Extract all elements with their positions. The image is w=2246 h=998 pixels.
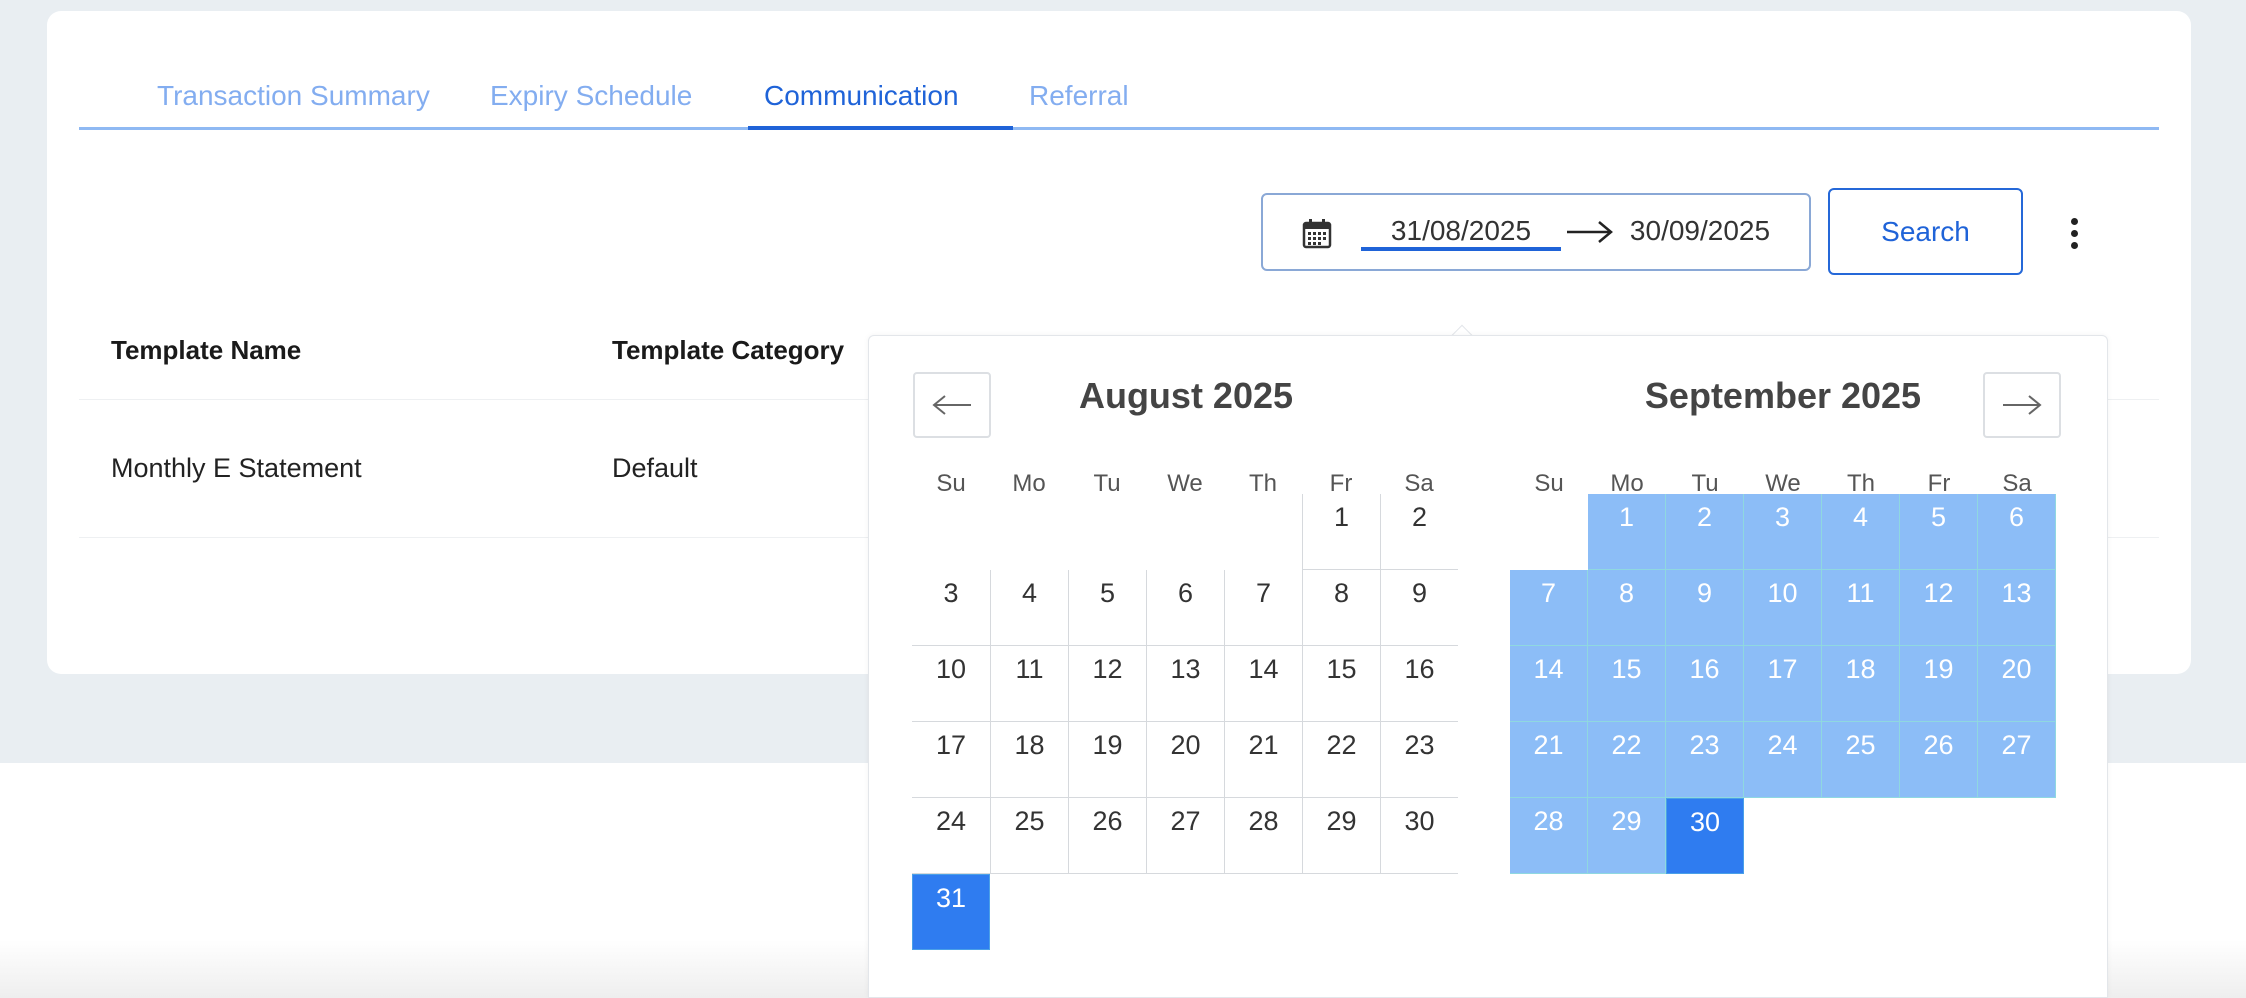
calendar-day[interactable]: 6 [1978, 494, 2056, 570]
calendar-day[interactable]: 13 [1978, 570, 2056, 646]
search-button[interactable]: Search [1828, 188, 2023, 275]
calendar-day[interactable]: 18 [990, 722, 1068, 798]
calendar-icon [1302, 219, 1332, 249]
end-date-input[interactable]: 30/09/2025 [1615, 211, 1785, 251]
calendar-day[interactable]: 16 [1666, 646, 1744, 722]
calendar-day[interactable]: 13 [1146, 646, 1224, 722]
calendar-day[interactable]: 28 [1224, 798, 1302, 874]
more-options-icon[interactable] [2064, 218, 2084, 254]
calendar-day[interactable]: 10 [1744, 570, 1822, 646]
calendar-day[interactable]: 21 [1224, 722, 1302, 798]
column-header-template-name: Template Name [111, 335, 302, 365]
calendar-day[interactable]: 21 [1510, 722, 1588, 798]
calendar-day[interactable]: 23 [1380, 722, 1458, 798]
calendar-day[interactable]: 17 [1744, 646, 1822, 722]
tab-expiry-schedule[interactable]: Expiry Schedule [474, 67, 708, 130]
date-range-picker[interactable]: 31/08/2025 30/09/2025 [1261, 193, 1811, 271]
tab-transaction-summary[interactable]: Transaction Summary [141, 67, 446, 130]
calendar-day[interactable]: 17 [912, 722, 990, 798]
calendar-day[interactable]: 24 [1744, 722, 1822, 798]
arrow-right-icon [1567, 221, 1613, 243]
tab-bar: Transaction Summary Expiry Schedule Comm… [79, 67, 2159, 130]
calendar-day[interactable]: 5 [1068, 570, 1146, 646]
calendar-day[interactable]: 2 [1380, 494, 1458, 570]
calendar-day[interactable]: 25 [1822, 722, 1900, 798]
calendar-day[interactable]: 27 [1146, 798, 1224, 874]
calendar-day[interactable]: 5 [1900, 494, 1978, 570]
weekday-label: Su [1534, 470, 1564, 497]
calendar-day[interactable]: 23 [1666, 722, 1744, 798]
calendar-day[interactable]: 7 [1510, 570, 1588, 646]
calendar-day[interactable]: 20 [1978, 646, 2056, 722]
calendar-day[interactable]: 16 [1380, 646, 1458, 722]
calendar-day[interactable]: 8 [1588, 570, 1666, 646]
calendar-day[interactable]: 19 [1068, 722, 1146, 798]
weekday-label: Tu [1093, 470, 1121, 497]
calendar-day[interactable]: 30 [1380, 798, 1458, 874]
next-month-button[interactable] [1983, 372, 2061, 438]
calendar-day[interactable]: 9 [1380, 570, 1458, 646]
month-title-august: August 2025 [1078, 375, 1294, 416]
calendar-day[interactable]: 19 [1900, 646, 1978, 722]
calendar-day[interactable]: 6 [1146, 570, 1224, 646]
calendar-day[interactable]: 2 [1666, 494, 1744, 570]
calendar-day[interactable]: 12 [1900, 570, 1978, 646]
calendar-day[interactable]: 25 [990, 798, 1068, 874]
calendar-day[interactable]: 31 [912, 874, 990, 950]
calendar-day[interactable]: 1 [1302, 494, 1380, 570]
calendar-day[interactable]: 20 [1146, 722, 1224, 798]
month-title-september: September 2025 [1644, 375, 1922, 416]
calendar-day[interactable]: 18 [1822, 646, 1900, 722]
calendar-day[interactable]: 15 [1588, 646, 1666, 722]
calendar-day[interactable]: 7 [1224, 570, 1302, 646]
calendar-day[interactable]: 14 [1224, 646, 1302, 722]
calendar-day[interactable]: 8 [1302, 570, 1380, 646]
weekday-label: We [1167, 470, 1203, 497]
weekday-label: Mo [1012, 470, 1046, 497]
tab-communication[interactable]: Communication [748, 67, 1013, 130]
table-cell-template-name: Monthly E Statement [111, 453, 362, 483]
calendar-day[interactable]: 29 [1588, 798, 1666, 874]
calendar-day[interactable]: 12 [1068, 646, 1146, 722]
column-header-template-category: Template Category [612, 335, 845, 365]
calendar-day[interactable]: 3 [1744, 494, 1822, 570]
calendar-day[interactable]: 22 [1302, 722, 1380, 798]
calendar-day[interactable]: 4 [990, 570, 1068, 646]
calendar-day[interactable]: 24 [912, 798, 990, 874]
calendar-day[interactable]: 14 [1510, 646, 1588, 722]
start-date-input[interactable]: 31/08/2025 [1361, 211, 1561, 251]
weekday-label: Th [1248, 470, 1277, 497]
calendar-day[interactable]: 29 [1302, 798, 1380, 874]
calendar-day[interactable]: 11 [990, 646, 1068, 722]
calendar-day[interactable]: 15 [1302, 646, 1380, 722]
calendar-day[interactable]: 22 [1588, 722, 1666, 798]
calendar-day[interactable]: 1 [1588, 494, 1666, 570]
table-cell-template-category: Default [612, 453, 698, 483]
calendar-day[interactable]: 26 [1068, 798, 1146, 874]
calendar-day[interactable]: 11 [1822, 570, 1900, 646]
prev-month-button[interactable] [913, 372, 991, 438]
calendar-day[interactable]: 10 [912, 646, 990, 722]
arrow-left-icon [932, 395, 971, 415]
calendar-day[interactable]: 27 [1978, 722, 2056, 798]
calendar-day[interactable]: 28 [1510, 798, 1588, 874]
weekday-label: Su [936, 470, 966, 497]
calendar-day[interactable]: 30 [1666, 798, 1744, 874]
tab-referral[interactable]: Referral [1013, 67, 1145, 130]
calendar-day[interactable]: 4 [1822, 494, 1900, 570]
calendar-day[interactable]: 26 [1900, 722, 1978, 798]
calendar-day[interactable]: 9 [1666, 570, 1744, 646]
arrow-right-icon [2003, 395, 2042, 415]
calendar-day[interactable]: 3 [912, 570, 990, 646]
